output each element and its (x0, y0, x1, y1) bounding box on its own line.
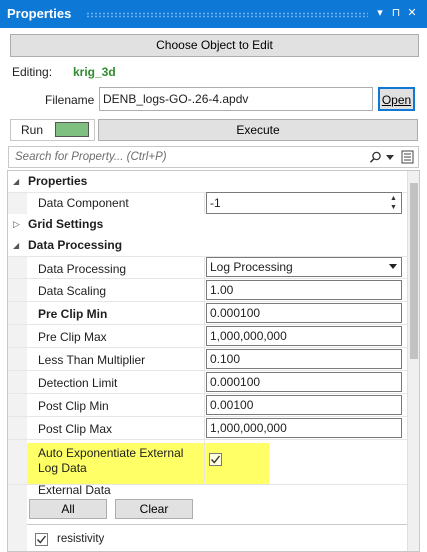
expand-arrow-icon[interactable]: ▷ (13, 214, 20, 235)
category-grid-settings[interactable]: ▷ Grid Settings (8, 214, 407, 235)
open-button[interactable]: Open (378, 87, 415, 111)
prop-label-pre-clip-max: Pre Clip Max (38, 330, 107, 344)
property-search-box[interactable]: Search for Property... (Ctrl+P) (8, 146, 419, 168)
prop-label-data-component: Data Component (38, 196, 129, 210)
panel-title: Properties (7, 6, 72, 21)
prop-label-post-clip-max: Post Clip Max (38, 422, 113, 436)
prop-label-auto-exponentiate-line2: Log Data (38, 461, 87, 475)
run-label: Run (21, 123, 44, 137)
less-than-multiplier-field[interactable]: 0.100 (206, 349, 402, 369)
collapse-arrow-icon[interactable]: ◢ (13, 171, 19, 192)
panel-menu-dropdown-icon[interactable]: ▾ (374, 6, 386, 19)
pre-clip-min-field[interactable]: 0.000100 (206, 303, 402, 323)
spin-up-icon[interactable]: ▲ (390, 194, 397, 203)
category-label: Properties (28, 174, 88, 188)
detection-limit-field[interactable]: 0.000100 (206, 372, 402, 392)
close-icon[interactable]: ✕ (406, 6, 418, 19)
category-data-processing[interactable]: ◢ Data Processing (8, 235, 407, 256)
run-toggle[interactable]: Run (10, 119, 95, 141)
category-properties[interactable]: ◢ Properties (8, 171, 407, 192)
vertical-scrollbar[interactable] (407, 171, 419, 551)
data-processing-dropdown[interactable]: Log Processing (206, 257, 402, 277)
prop-label-less-than-multiplier: Less Than Multiplier (38, 353, 146, 367)
chevron-down-icon[interactable] (389, 264, 397, 270)
data-component-value[interactable]: -1 (210, 196, 221, 210)
property-pages-icon[interactable] (401, 150, 414, 164)
resistivity-checkbox[interactable] (35, 533, 48, 546)
data-processing-value: Log Processing (210, 260, 293, 274)
checkmark-icon (210, 455, 221, 464)
external-data-label: External Data (38, 483, 111, 497)
collapse-arrow-icon[interactable]: ◢ (13, 235, 19, 256)
data-component-spinner[interactable]: -1 ▲ ▼ (206, 192, 402, 214)
auto-exponentiate-checkbox[interactable] (209, 453, 222, 466)
post-clip-min-field[interactable]: 0.00100 (206, 395, 402, 415)
panel-title-bar[interactable]: Properties ▾ ⊓ ✕ (0, 0, 427, 28)
category-label: Grid Settings (28, 217, 104, 231)
pin-icon[interactable]: ⊓ (390, 6, 402, 19)
filename-label: Filename (45, 93, 95, 107)
scrollbar-thumb[interactable] (410, 183, 418, 359)
pre-clip-max-field[interactable]: 1,000,000,000 (206, 326, 402, 346)
prop-label-data-scaling: Data Scaling (38, 284, 107, 298)
filename-field[interactable]: DENB_logs-GO-.26-4.apdv (99, 87, 373, 111)
prop-label-pre-clip-min: Pre Clip Min (38, 307, 108, 321)
prop-label-post-clip-min: Post Clip Min (38, 399, 109, 413)
category-label: Data Processing (28, 238, 123, 252)
prop-label-auto-exponentiate-line1: Auto Exponentiate External (38, 446, 184, 460)
data-scaling-field[interactable]: 1.00 (206, 280, 402, 300)
run-status-swatch (55, 122, 89, 137)
external-data-list[interactable]: resistivity (27, 524, 407, 551)
editing-object-name: krig_3d (73, 65, 116, 79)
list-item[interactable]: resistivity (57, 533, 104, 545)
checkmark-icon (36, 535, 47, 544)
post-clip-max-field[interactable]: 1,000,000,000 (206, 418, 402, 438)
title-bar-grip (86, 12, 368, 18)
clear-button[interactable]: Clear (115, 499, 193, 519)
search-dropdown-icon[interactable] (386, 155, 394, 161)
prop-label-detection-limit: Detection Limit (38, 376, 118, 390)
select-all-button[interactable]: All (29, 499, 107, 519)
property-grid[interactable]: ◢ Properties Data Component -1 ▲ ▼ ▷ Gri… (7, 170, 420, 552)
editing-label: Editing: (12, 65, 53, 79)
spin-down-icon[interactable]: ▼ (390, 203, 397, 212)
prop-label-data-processing: Data Processing (38, 262, 127, 276)
choose-object-button[interactable]: Choose Object to Edit (10, 34, 419, 57)
execute-button[interactable]: Execute (98, 119, 418, 141)
search-icon[interactable] (369, 151, 382, 164)
search-input[interactable]: Search for Property... (Ctrl+P) (15, 151, 167, 163)
